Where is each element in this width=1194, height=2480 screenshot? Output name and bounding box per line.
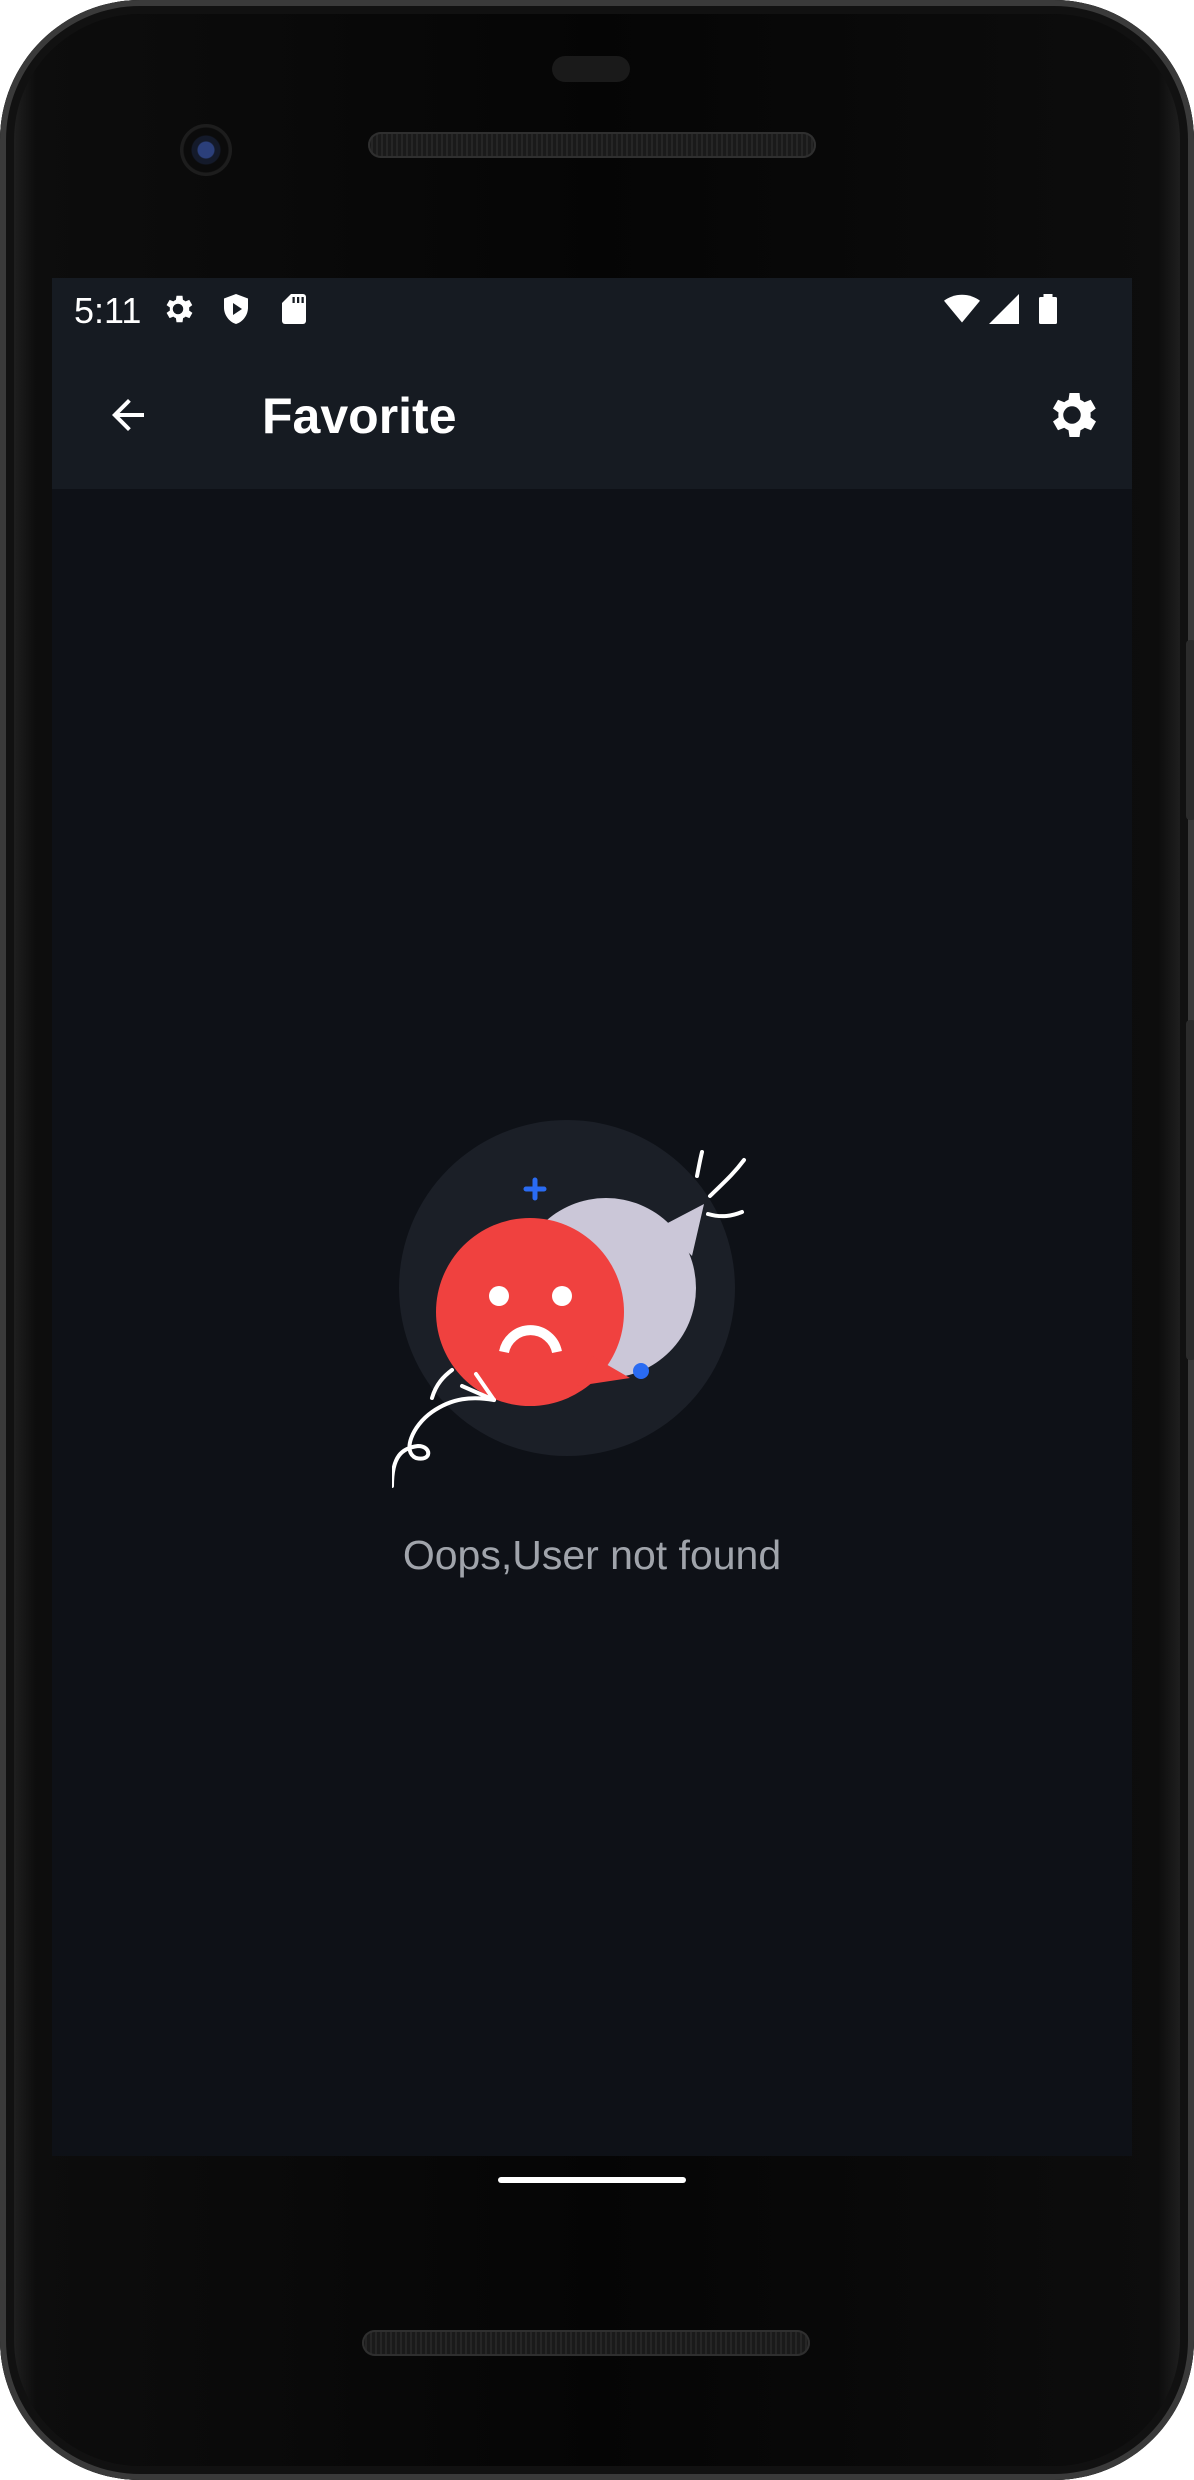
status-time: 5:11 bbox=[74, 290, 142, 331]
home-indicator[interactable] bbox=[498, 2177, 686, 2183]
phone-frame: 5:11 Favorite Oops,User not found bbox=[0, 0, 1194, 2480]
top-speaker bbox=[368, 132, 816, 158]
volume-button bbox=[1186, 1020, 1194, 1360]
app-bar: Favorite bbox=[52, 341, 1132, 489]
gear-icon bbox=[166, 295, 193, 323]
bottom-speaker bbox=[362, 2330, 810, 2356]
gear-icon bbox=[1053, 393, 1096, 437]
settings-button[interactable] bbox=[1032, 375, 1112, 455]
shield-play-icon bbox=[224, 294, 248, 324]
empty-state-message: Oops,User not found bbox=[402, 1532, 782, 1578]
battery-icon bbox=[1039, 294, 1057, 324]
empty-state: Oops,User not found bbox=[52, 489, 1132, 2156]
power-button bbox=[1186, 640, 1194, 820]
sad-chat-bubbles-illustration bbox=[392, 1120, 746, 1488]
earpiece-notch bbox=[552, 56, 630, 82]
status-bar: 5:11 bbox=[52, 278, 1132, 341]
arrow-left-icon bbox=[112, 399, 144, 431]
back-button[interactable] bbox=[92, 379, 164, 451]
sd-card-icon bbox=[282, 294, 306, 324]
wifi-icon bbox=[944, 294, 980, 323]
screen: 5:11 Favorite Oops,User not found bbox=[52, 278, 1132, 2156]
front-camera bbox=[180, 124, 232, 176]
page-title: Favorite bbox=[262, 388, 457, 444]
signal-icon bbox=[989, 294, 1019, 324]
